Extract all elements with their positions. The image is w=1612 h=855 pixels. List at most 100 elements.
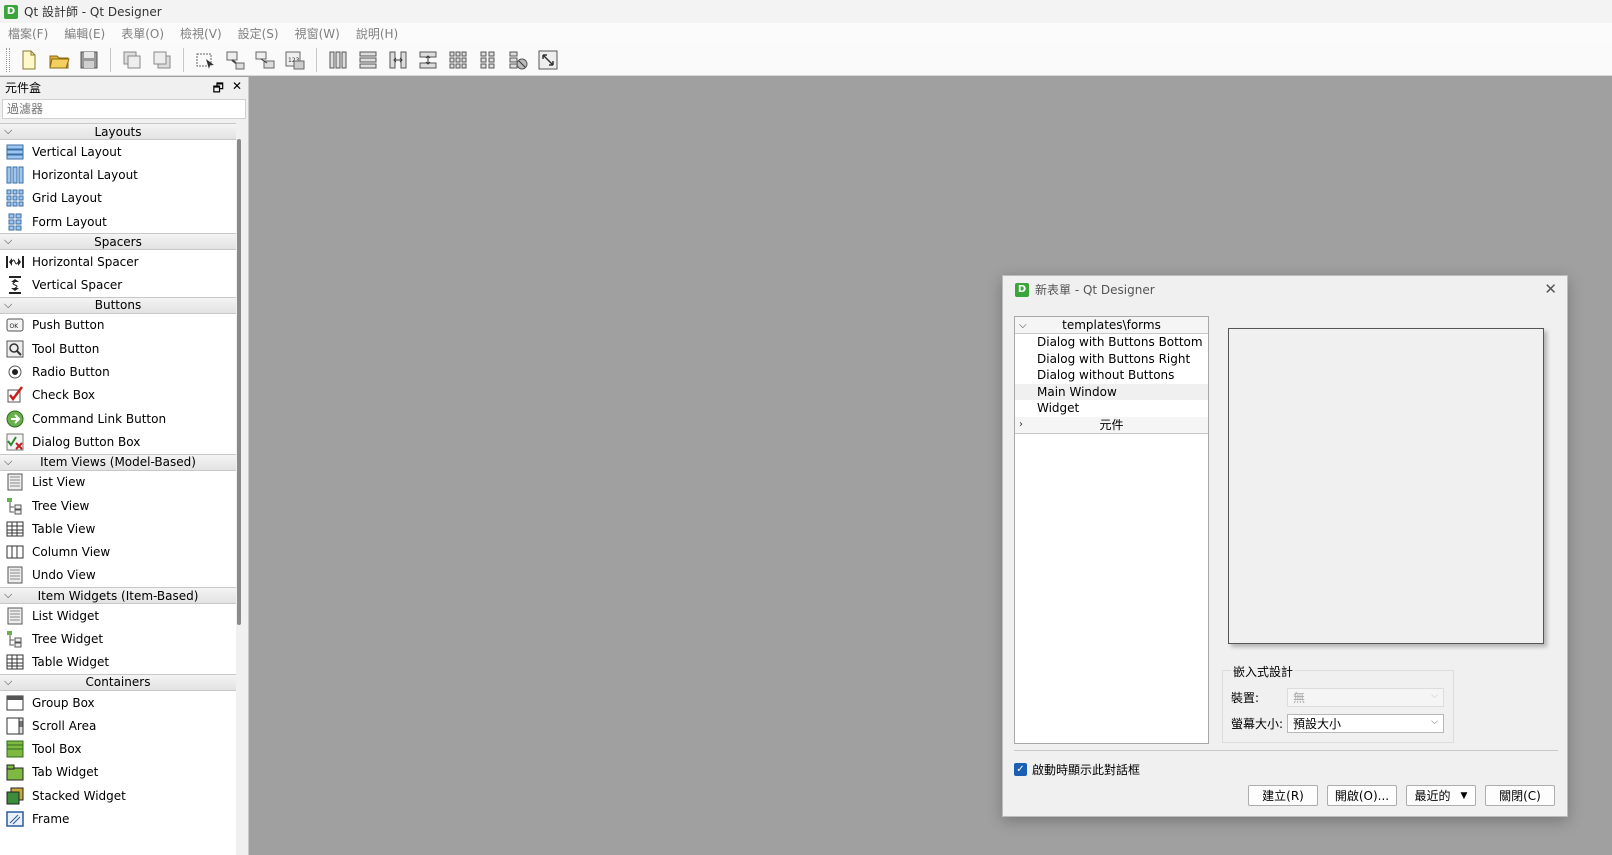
layout-grid-icon[interactable] bbox=[445, 47, 471, 73]
menu-bar: 檔案(F) 編輯(E) 表單(O) 檢視(V) 設定(S) 視窗(W) 說明(H… bbox=[0, 23, 1612, 44]
category-containers[interactable]: ⌵ Containers bbox=[0, 673, 236, 691]
widget-tree-view[interactable]: Tree View bbox=[0, 494, 236, 517]
layout-v-splitter-icon[interactable] bbox=[415, 47, 441, 73]
list-widget-icon bbox=[6, 607, 24, 625]
chevron-down-icon: ⌵ bbox=[4, 454, 13, 468]
check-box-icon bbox=[6, 386, 24, 404]
category-item-widgets[interactable]: ⌵ Item Widgets (Item-Based) bbox=[0, 587, 236, 605]
edit-widgets-icon[interactable] bbox=[192, 47, 218, 73]
menu-help[interactable]: 說明(H) bbox=[348, 25, 406, 42]
widget-dialog-button-box[interactable]: Dialog Button Box bbox=[0, 430, 236, 453]
menu-file[interactable]: 檔案(F) bbox=[0, 25, 56, 42]
close-dock-icon[interactable]: ✕ bbox=[232, 79, 242, 100]
widget-stacked-widget[interactable]: Stacked Widget bbox=[0, 784, 236, 807]
menu-form[interactable]: 表單(O) bbox=[113, 25, 172, 42]
widget-list-scrollbar[interactable] bbox=[237, 139, 241, 625]
widget-command-link-button[interactable]: Command Link Button bbox=[0, 407, 236, 430]
widget-push-button[interactable]: OK Push Button bbox=[0, 314, 236, 337]
edit-signals-slots-icon[interactable] bbox=[222, 47, 248, 73]
float-dock-icon[interactable]: 🗗 bbox=[213, 79, 224, 100]
category-layouts[interactable]: ⌵ Layouts bbox=[0, 123, 236, 140]
create-button[interactable]: 建立(R) bbox=[1248, 785, 1318, 806]
widget-form-layout[interactable]: Form Layout bbox=[0, 210, 236, 233]
widget-vertical-layout[interactable]: Vertical Layout bbox=[0, 140, 236, 163]
layout-h-splitter-icon[interactable] bbox=[385, 47, 411, 73]
tree-header-label: templates\forms bbox=[1062, 318, 1161, 332]
widget-vertical-spacer[interactable]: Vertical Spacer bbox=[0, 273, 236, 296]
device-combo[interactable]: 無 ⌵ bbox=[1287, 688, 1444, 707]
widget-grid-layout[interactable]: Grid Layout bbox=[0, 187, 236, 210]
widget-label: Column View bbox=[32, 545, 111, 560]
edit-buddies-icon[interactable] bbox=[252, 47, 278, 73]
qt-designer-app-icon: D bbox=[1015, 282, 1029, 297]
widget-table-widget[interactable]: Table Widget bbox=[0, 651, 236, 674]
category-item-views[interactable]: ⌵ Item Views (Model-Based) bbox=[0, 453, 236, 471]
window-title: Qt 設計師 - Qt Designer bbox=[24, 5, 162, 19]
widget-scroll-area[interactable]: Scroll Area bbox=[0, 714, 236, 737]
widget-tool-box[interactable]: Tool Box bbox=[0, 738, 236, 761]
table-widget-icon bbox=[6, 653, 24, 671]
template-dialog-without-buttons[interactable]: Dialog without Buttons bbox=[1015, 367, 1208, 384]
widget-list-widget[interactable]: List Widget bbox=[0, 604, 236, 627]
edit-tab-order-icon[interactable]: 123 bbox=[282, 47, 308, 73]
send-to-back-icon[interactable] bbox=[119, 47, 145, 73]
widget-horizontal-layout[interactable]: Horizontal Layout bbox=[0, 163, 236, 186]
tool-box-icon bbox=[6, 740, 24, 758]
qt-designer-app-icon: D bbox=[4, 4, 18, 19]
widget-list-view[interactable]: List View bbox=[0, 471, 236, 494]
toolbar-handle[interactable] bbox=[6, 47, 10, 72]
screen-size-combo[interactable]: 預設大小 ⌵ bbox=[1287, 714, 1444, 733]
tree-header-label: 元件 bbox=[1099, 418, 1124, 432]
menu-window[interactable]: 視窗(W) bbox=[287, 25, 348, 42]
widget-label: Dialog Button Box bbox=[32, 434, 141, 449]
template-widget[interactable]: Widget bbox=[1015, 400, 1208, 417]
menu-view[interactable]: 檢視(V) bbox=[172, 25, 230, 42]
open-button[interactable]: 開啟(O)... bbox=[1327, 785, 1397, 806]
screen-size-combo-value: 預設大小 bbox=[1293, 717, 1342, 731]
layout-vertical-icon[interactable] bbox=[355, 47, 381, 73]
widgets-header[interactable]: › 元件 bbox=[1015, 416, 1208, 434]
widget-undo-view[interactable]: Undo View bbox=[0, 564, 236, 587]
close-icon[interactable]: ✕ bbox=[1544, 280, 1557, 298]
close-button[interactable]: 關閉(C) bbox=[1485, 785, 1555, 806]
recent-button[interactable]: 最近的 ▼ bbox=[1406, 785, 1476, 806]
widget-tab-widget[interactable]: Tab Widget bbox=[0, 761, 236, 784]
widget-group-box[interactable]: Group Box bbox=[0, 691, 236, 714]
new-file-icon[interactable] bbox=[16, 47, 42, 73]
widget-tree-widget[interactable]: Tree Widget bbox=[0, 627, 236, 650]
save-icon[interactable] bbox=[76, 47, 102, 73]
table-view-icon bbox=[6, 520, 24, 538]
menu-settings[interactable]: 設定(S) bbox=[230, 25, 287, 42]
template-dialog-buttons-right[interactable]: Dialog with Buttons Right bbox=[1015, 351, 1208, 368]
widget-horizontal-spacer[interactable]: Horizontal Spacer bbox=[0, 250, 236, 273]
template-dialog-buttons-bottom[interactable]: Dialog with Buttons Bottom bbox=[1015, 334, 1208, 351]
layout-horizontal-icon[interactable] bbox=[325, 47, 351, 73]
widget-radio-button[interactable]: Radio Button bbox=[0, 360, 236, 383]
widget-box-title: 元件盒 bbox=[5, 80, 42, 95]
widget-check-box[interactable]: Check Box bbox=[0, 384, 236, 407]
widget-tool-button[interactable]: Tool Button bbox=[0, 337, 236, 360]
template-main-window[interactable]: Main Window bbox=[1015, 383, 1208, 400]
show-on-startup-row[interactable]: ✓ 啟動時顯示此對話框 bbox=[1014, 761, 1140, 778]
group-box-icon bbox=[6, 694, 24, 712]
widget-label: Tool Box bbox=[32, 742, 82, 757]
bring-to-front-icon[interactable] bbox=[149, 47, 175, 73]
category-buttons[interactable]: ⌵ Buttons bbox=[0, 296, 236, 314]
chevron-down-icon: ⌵ bbox=[4, 124, 13, 137]
templates-forms-header[interactable]: ⌵ templates\forms bbox=[1015, 317, 1208, 334]
show-on-startup-label: 啟動時顯示此對話框 bbox=[1032, 763, 1141, 777]
widget-frame[interactable]: Frame bbox=[0, 807, 236, 830]
widget-label: Horizontal Spacer bbox=[32, 254, 139, 269]
widget-column-view[interactable]: Column View bbox=[0, 540, 236, 563]
svg-text:OK: OK bbox=[10, 323, 20, 330]
widget-table-view[interactable]: Table View bbox=[0, 517, 236, 540]
open-folder-icon[interactable] bbox=[46, 47, 72, 73]
adjust-size-icon[interactable] bbox=[535, 47, 561, 73]
widget-filter-input[interactable] bbox=[2, 99, 246, 119]
device-combo-value: 無 bbox=[1293, 691, 1306, 705]
category-spacers[interactable]: ⌵ Spacers bbox=[0, 233, 236, 251]
layout-form-icon[interactable] bbox=[475, 47, 501, 73]
break-layout-icon[interactable] bbox=[505, 47, 531, 73]
menu-edit[interactable]: 編輯(E) bbox=[56, 25, 113, 42]
show-on-startup-checkbox[interactable]: ✓ bbox=[1014, 763, 1027, 776]
